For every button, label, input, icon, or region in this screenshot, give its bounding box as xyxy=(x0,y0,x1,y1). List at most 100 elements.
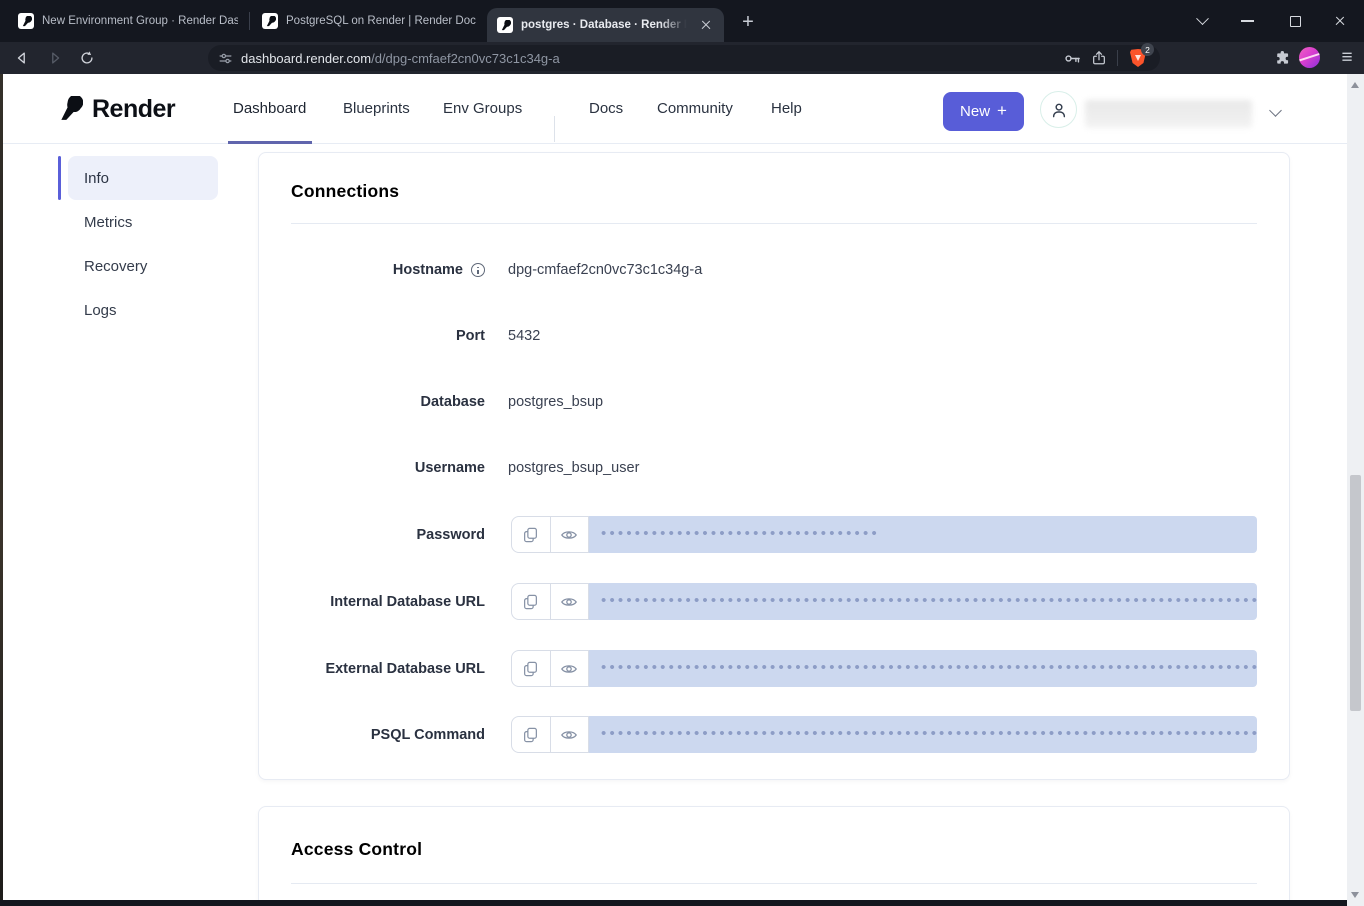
tab-close-icon[interactable] xyxy=(698,17,714,33)
external-db-url-label: External Database URL xyxy=(291,650,485,687)
nav-blueprints[interactable]: Blueprints xyxy=(343,74,410,143)
port-value: 5432 xyxy=(508,328,540,344)
nav-help[interactable]: Help xyxy=(771,74,802,143)
password-label: Password xyxy=(291,516,485,553)
share-icon[interactable] xyxy=(1091,50,1107,66)
secret-actions xyxy=(511,583,589,620)
render-dashboard-page: Render Dashboard Blueprints Env Groups D… xyxy=(0,74,1347,906)
secret-actions xyxy=(511,650,589,687)
scrollbar-thumb[interactable] xyxy=(1350,475,1361,711)
plus-icon: + xyxy=(997,101,1007,121)
internal-db-url-label: Internal Database URL xyxy=(291,583,485,620)
brand-name: Render xyxy=(92,95,175,124)
secret-actions xyxy=(511,516,589,553)
render-favicon-icon xyxy=(497,17,513,33)
account-person-icon[interactable] xyxy=(1040,91,1077,128)
back-button[interactable] xyxy=(8,44,36,72)
psql-command-masked-field[interactable]: ••••••••••••••••••••••••••••••••••••••••… xyxy=(589,716,1257,753)
password-row: Password •••••••••••••••••••••••••••••••… xyxy=(291,516,1257,553)
reveal-eye-button[interactable] xyxy=(551,717,589,752)
database-label: Database xyxy=(291,394,485,410)
internal-db-url-row: Internal Database URL ••••••••••••••••••… xyxy=(291,583,1257,620)
copy-button[interactable] xyxy=(512,651,551,686)
nav-dashboard[interactable]: Dashboard xyxy=(233,74,306,143)
shield-badge: 2 xyxy=(1141,43,1154,56)
render-favicon-icon xyxy=(262,13,278,29)
copy-button[interactable] xyxy=(512,584,551,619)
database-row: Database postgres_bsup xyxy=(291,392,1257,412)
masked-value: ••••••••••••••••••••••••••••••••••••••••… xyxy=(589,716,1257,751)
username-value: postgres_bsup_user xyxy=(508,460,639,476)
psql-command-label: PSQL Command xyxy=(291,716,485,753)
account-name-redacted xyxy=(1085,100,1252,128)
browser-tab-strip: New Environment Group · Render Das Postg… xyxy=(0,0,1364,42)
url-domain: dashboard.render.com xyxy=(241,51,371,66)
site-header: Render Dashboard Blueprints Env Groups D… xyxy=(0,74,1347,144)
database-value: postgres_bsup xyxy=(508,394,603,410)
render-favicon-icon xyxy=(18,13,34,29)
hostname-label: Hostname xyxy=(291,262,485,278)
new-button-label: New xyxy=(960,103,990,120)
info-icon[interactable] xyxy=(471,263,485,277)
sidebar-item-recovery[interactable]: Recovery xyxy=(68,244,218,288)
window-bottom-edge xyxy=(0,900,1347,906)
brave-shield-icon[interactable]: 2 xyxy=(1128,47,1150,69)
copy-button[interactable] xyxy=(512,717,551,752)
reveal-eye-button[interactable] xyxy=(551,651,589,686)
toolbar-divider xyxy=(1117,50,1118,66)
port-label: Port xyxy=(291,328,485,344)
scrollbar-down-arrow[interactable] xyxy=(1351,892,1359,898)
nav-community[interactable]: Community xyxy=(657,74,733,143)
forward-button[interactable] xyxy=(41,44,69,72)
masked-value: ••••••••••••••••••••••••••••••••••••••••… xyxy=(589,583,1257,618)
psql-command-row: PSQL Command •••••••••••••••••••••••••••… xyxy=(291,716,1257,753)
internal-db-url-masked-field[interactable]: ••••••••••••••••••••••••••••••••••••••••… xyxy=(589,583,1257,620)
render-logo[interactable]: Render xyxy=(57,74,175,144)
divider xyxy=(291,883,1257,884)
url-bar[interactable]: dashboard.render.com/d/dpg-cmfaef2cn0vc7… xyxy=(208,45,1160,71)
sidebar-item-logs[interactable]: Logs xyxy=(68,288,218,332)
connections-card: Connections Hostname dpg-cmfaef2cn0vc73c… xyxy=(258,152,1290,780)
password-key-icon[interactable] xyxy=(1064,50,1081,67)
hostname-row: Hostname dpg-cmfaef2cn0vc73c1c34g-a xyxy=(291,260,1257,280)
nav-env-groups[interactable]: Env Groups xyxy=(443,74,522,143)
sidebar-item-info[interactable]: Info xyxy=(68,156,218,200)
access-control-title: Access Control xyxy=(291,839,422,860)
sidebar-item-metrics[interactable]: Metrics xyxy=(68,200,218,244)
menu-hamburger-icon[interactable]: ≡ xyxy=(1333,44,1361,72)
extensions-puzzle-icon[interactable] xyxy=(1268,44,1296,72)
divider xyxy=(291,223,1257,224)
sidebar-active-indicator xyxy=(58,156,61,200)
masked-value: ••••••••••••••••••••••••••••••••••••••••… xyxy=(589,650,1257,685)
reveal-eye-button[interactable] xyxy=(551,584,589,619)
window-maximize-button[interactable] xyxy=(1279,6,1311,36)
account-chevron-down-icon[interactable] xyxy=(1269,104,1283,118)
copy-button[interactable] xyxy=(512,517,551,552)
secret-actions xyxy=(511,716,589,753)
browser-tab-env-group[interactable]: New Environment Group · Render Das xyxy=(8,0,248,42)
reveal-eye-button[interactable] xyxy=(551,517,589,552)
new-tab-button[interactable]: + xyxy=(733,9,763,35)
page-scrollbar[interactable] xyxy=(1347,74,1364,906)
site-settings-icon[interactable] xyxy=(218,51,233,66)
connections-title: Connections xyxy=(291,181,399,202)
reload-button[interactable] xyxy=(73,44,101,72)
masked-value: ••••••••••••••••••••••••••••••••• xyxy=(589,516,1257,551)
new-button[interactable]: New + xyxy=(943,92,1024,131)
port-row: Port 5432 xyxy=(291,326,1257,346)
window-minimize-button[interactable] xyxy=(1231,6,1263,36)
tab-search-chevron-icon[interactable] xyxy=(1186,6,1218,36)
hostname-value: dpg-cmfaef2cn0vc73c1c34g-a xyxy=(508,262,702,278)
nav-docs[interactable]: Docs xyxy=(589,74,623,143)
external-db-url-masked-field[interactable]: ••••••••••••••••••••••••••••••••••••••••… xyxy=(589,650,1257,687)
profile-avatar[interactable] xyxy=(1299,47,1320,68)
password-masked-field[interactable]: ••••••••••••••••••••••••••••••••• xyxy=(589,516,1257,553)
browser-tab-docs[interactable]: PostgreSQL on Render | Render Docs xyxy=(252,0,486,42)
window-close-button[interactable] xyxy=(1324,6,1356,36)
url-path: /d/dpg-cmfaef2cn0vc73c1c34g-a xyxy=(371,51,560,66)
scrollbar-up-arrow[interactable] xyxy=(1351,82,1359,88)
nav-separator xyxy=(554,116,555,142)
username-label: Username xyxy=(291,460,485,476)
username-row: Username postgres_bsup_user xyxy=(291,458,1257,478)
browser-tab-active-postgres[interactable]: postgres · Database · Render Da xyxy=(487,8,724,42)
